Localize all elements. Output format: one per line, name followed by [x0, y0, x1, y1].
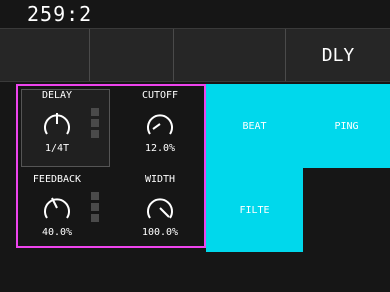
delay-meter	[91, 108, 99, 138]
cutoff-value: 12.0%	[144, 143, 176, 154]
position-counter: 259:2	[27, 2, 93, 26]
width-label: WIDTH	[144, 174, 176, 185]
delay-value: 1/4T	[44, 143, 70, 154]
tab-bar: DLY	[0, 28, 390, 82]
top-bar: 259:2	[0, 0, 390, 28]
delay-knob[interactable]: DELAY 1/4T	[22, 90, 92, 160]
feedback-value: 40.0%	[41, 227, 73, 238]
parameter-panel: DELAY 1/4T CUTOFF 12.0% FEEDBACK 40.0% W…	[16, 84, 206, 248]
pad-beat[interactable]: BEAT	[206, 84, 303, 168]
feedback-meter	[91, 192, 99, 222]
dial-icon	[147, 198, 173, 219]
cutoff-knob[interactable]: CUTOFF 12.0%	[125, 90, 195, 160]
tab-2[interactable]	[90, 29, 174, 81]
pad-ping[interactable]: PING	[303, 84, 390, 168]
delay-label: DELAY	[41, 90, 73, 101]
cutoff-label: CUTOFF	[141, 90, 179, 101]
width-value: 100.0%	[141, 227, 179, 238]
feedback-label: FEEDBACK	[32, 174, 82, 185]
dial-icon	[44, 197, 70, 219]
feedback-knob[interactable]: FEEDBACK 40.0%	[22, 174, 92, 244]
pad-filte[interactable]: FILTE	[206, 168, 303, 252]
dial-icon	[147, 114, 173, 135]
dial-icon	[44, 113, 70, 135]
width-knob[interactable]: WIDTH 100.0%	[125, 174, 195, 244]
tab-3[interactable]	[174, 29, 286, 81]
tab-dly[interactable]: DLY	[286, 29, 390, 81]
tab-1[interactable]	[0, 29, 90, 81]
